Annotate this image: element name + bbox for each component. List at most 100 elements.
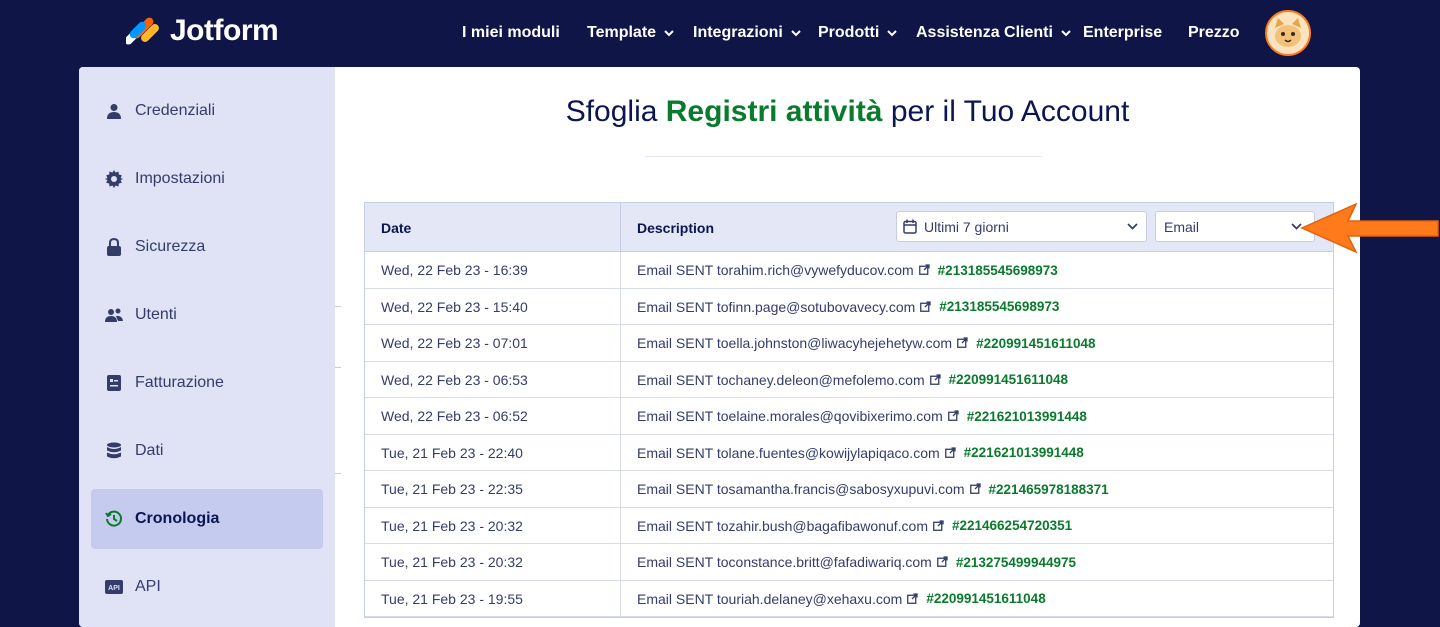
row-description-prefix: Email SENT to (637, 371, 729, 388)
row-description: Email SENT to zahir.bush@bagafibawonuf.c… (637, 518, 1072, 534)
nav-item-products[interactable]: Prodotti (818, 22, 898, 44)
row-form-id-link[interactable]: #221466254720351 (952, 518, 1072, 533)
divider (620, 580, 621, 616)
nav-label: Enterprise (1083, 24, 1163, 41)
table-row: Wed, 22 Feb 23 - 16:39 Email SENT to rahi… (365, 252, 1333, 289)
api-icon: API (105, 578, 123, 596)
row-description-prefix: Email SENT to (637, 444, 729, 461)
external-link-icon[interactable] (947, 408, 959, 424)
sidebar-item-credentials[interactable]: Credenziali (91, 81, 323, 141)
row-date: Tue, 21 Feb 23 - 20:32 (381, 554, 523, 570)
sidebar-item-users[interactable]: Utenti (91, 285, 323, 345)
nav-item-templates[interactable]: Template (587, 22, 674, 44)
invoice-icon (105, 374, 123, 392)
external-link-icon[interactable] (969, 481, 981, 497)
row-date: Wed, 22 Feb 23 - 15:40 (381, 298, 528, 315)
row-description: Email SENT to samantha.francis@sabosyxup… (637, 481, 1109, 497)
divider (620, 507, 621, 543)
row-email: samantha.francis@sabosyxupuvi.com (728, 481, 965, 497)
divider (620, 544, 621, 580)
table-row: Tue, 21 Feb 23 - 19:55 Email SENT to uria… (365, 580, 1333, 617)
users-icon (105, 306, 123, 324)
chevron-down-icon (791, 24, 801, 42)
row-date: Wed, 22 Feb 23 - 16:39 (381, 262, 528, 278)
row-form-id-link[interactable]: #221621013991448 (964, 445, 1084, 460)
table-header: Date Description Ultimi 7 giorni Email (365, 203, 1333, 252)
sidebar-item-billing[interactable]: Fatturazione (91, 353, 323, 413)
nav-label: I miei moduli (462, 24, 560, 41)
row-form-id-link[interactable]: #221621013991448 (967, 409, 1087, 424)
external-link-icon[interactable] (920, 299, 931, 315)
nav-label: Prodotti (818, 24, 880, 41)
log-type-select[interactable]: Email (1155, 211, 1315, 242)
row-date: Wed, 22 Feb 23 - 06:52 (381, 408, 528, 424)
jotform-logo[interactable]: Jotform (126, 14, 279, 48)
row-description-prefix: Email SENT to (637, 298, 729, 315)
row-email: elaine.morales@qovibixerimo.com (728, 408, 943, 424)
cat-avatar-icon (1267, 12, 1309, 54)
title-post: per il Tuo Account (882, 95, 1130, 128)
external-link-icon[interactable] (944, 445, 956, 461)
row-form-id-link[interactable]: #213185545698973 (939, 299, 1059, 314)
row-date: Wed, 22 Feb 23 - 07:01 (381, 335, 528, 351)
divider (620, 288, 621, 324)
row-description-prefix: Email SENT to (637, 554, 729, 570)
sidebar-item-history[interactable]: Cronologia (91, 489, 323, 549)
sidebar-item-data[interactable]: Dati (91, 421, 323, 481)
row-description-prefix: Email SENT to (637, 408, 729, 424)
chevron-down-icon (1127, 223, 1138, 230)
date-range-select[interactable]: Ultimi 7 giorni (896, 211, 1147, 242)
lock-icon (105, 238, 123, 256)
chevron-down-icon (664, 24, 674, 42)
external-link-icon[interactable] (957, 335, 968, 351)
jotform-logo-icon (126, 17, 159, 45)
divider (620, 361, 621, 397)
sidebar-item-label: Utenti (135, 306, 177, 323)
external-link-icon[interactable] (929, 372, 941, 388)
sidebar-item-label: Dati (135, 442, 164, 459)
external-link-icon[interactable] (907, 591, 918, 607)
row-form-id-link[interactable]: #213185545698973 (938, 263, 1058, 278)
sidebar-item-api[interactable]: API API (91, 557, 323, 617)
row-description: Email SENT to ella.johnston@liwacyhejehe… (637, 335, 1096, 351)
divider (620, 325, 621, 361)
svg-text:API: API (108, 585, 120, 592)
history-icon (105, 510, 123, 528)
nav-item-pricing[interactable]: Prezzo (1188, 22, 1240, 44)
avatar[interactable] (1265, 10, 1311, 56)
nav-item-my-forms[interactable]: I miei moduli (462, 22, 560, 44)
table-row: Tue, 21 Feb 23 - 22:40 Email SENT to lane… (365, 434, 1333, 471)
chevron-down-icon (1061, 24, 1071, 42)
divider (620, 471, 621, 507)
external-link-icon[interactable] (933, 518, 944, 534)
nav-label: Integrazioni (693, 24, 783, 41)
row-description: Email SENT to rahim.rich@vywefyducov.com… (637, 262, 1058, 278)
row-description: Email SENT to chaney.deleon@mefolemo.com… (637, 372, 1068, 388)
row-date: Tue, 21 Feb 23 - 20:32 (381, 517, 523, 534)
brand-name: Jotform (170, 14, 279, 47)
sidebar-item-settings[interactable]: Impostazioni (91, 149, 323, 209)
external-link-icon[interactable] (918, 262, 930, 278)
page-title: Sfoglia Registri attività per il Tuo Acc… (335, 95, 1360, 129)
table-row: Tue, 21 Feb 23 - 20:32 Email SENT to zahi… (365, 507, 1333, 544)
sidebar-item-label: API (135, 578, 161, 595)
sidebar-item-label: Fatturazione (135, 374, 224, 391)
nav-item-enterprise[interactable]: Enterprise (1083, 22, 1162, 44)
user-icon (105, 102, 123, 120)
row-email: ella.johnston@liwacyhejehetyw.com (728, 335, 953, 351)
row-email: rahim.rich@vywefyducov.com (728, 262, 914, 278)
log-type-value: Email (1164, 218, 1200, 235)
row-form-id-link[interactable]: #213275499944975 (956, 555, 1076, 570)
row-email: zahir.bush@bagafibawonuf.com (728, 517, 928, 534)
row-form-id-link[interactable]: #221465978188371 (989, 482, 1109, 497)
nav-item-integrations[interactable]: Integrazioni (693, 22, 801, 44)
row-description-prefix: Email SENT to (637, 481, 729, 497)
row-form-id-link[interactable]: #220991451611048 (976, 336, 1095, 351)
external-link-icon[interactable] (936, 554, 948, 570)
calendar-icon (903, 219, 917, 234)
divider (335, 306, 341, 307)
sidebar-item-security[interactable]: Sicurezza (91, 217, 323, 277)
nav-item-support[interactable]: Assistenza Clienti (916, 22, 1071, 44)
row-form-id-link[interactable]: #220991451611048 (949, 372, 1068, 387)
account-card: Credenziali Impostazioni Sicurezza Utent… (79, 67, 1360, 627)
